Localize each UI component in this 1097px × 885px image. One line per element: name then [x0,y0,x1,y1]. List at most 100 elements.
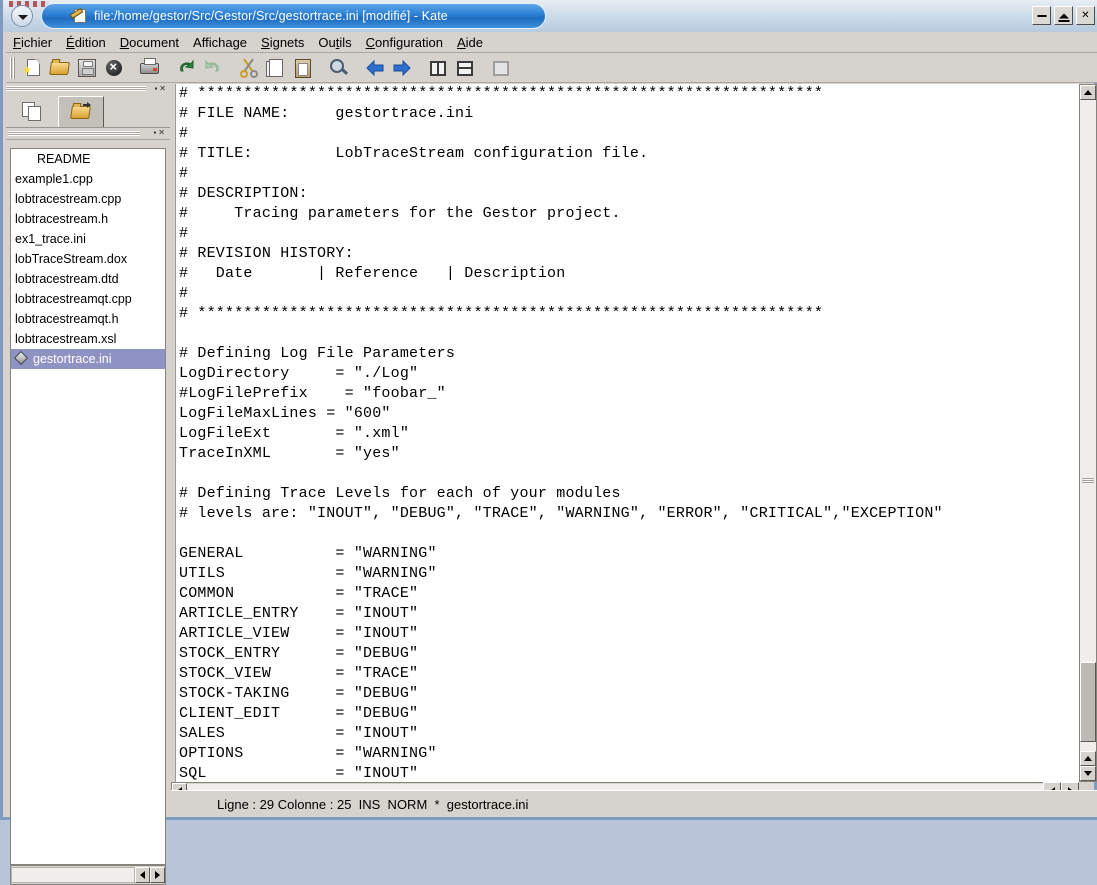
menu-outils[interactable]: Outils [311,33,358,52]
editor-text-area[interactable]: # **************************************… [177,84,1076,782]
sidebar-scroll-left[interactable] [135,867,150,883]
editor-line[interactable]: STOCK_VIEW = "TRACE" [177,664,1076,684]
tab-filesystem[interactable] [58,96,104,127]
editor-line[interactable]: STOCK_ENTRY = "DEBUG" [177,644,1076,664]
file-list-item[interactable]: lobtracestream.dtd [11,269,165,289]
find-button[interactable] [325,55,352,81]
editor-icon-border[interactable] [171,84,176,782]
print-icon [139,57,161,79]
close-button[interactable]: ✕ [1076,6,1095,25]
window-menu-button[interactable] [11,5,33,27]
file-list-item[interactable]: lobtracestream.h [11,209,165,229]
tab-documents[interactable] [10,96,56,127]
split-vertical-icon [427,57,449,79]
split-vertical-button[interactable] [424,55,451,81]
editor-line[interactable]: SALES = "INOUT" [177,724,1076,744]
editor-line[interactable]: # [177,284,1076,304]
open-file-button[interactable] [46,55,73,81]
close-file-button[interactable] [100,55,127,81]
file-list-item[interactable]: lobtracestreamqt.h [11,309,165,329]
editor-line[interactable] [177,324,1076,344]
filelist-buttons[interactable]: ▪✕ [153,128,167,137]
cut-button[interactable] [235,55,262,81]
editor-line[interactable]: TraceInXML = "yes" [177,444,1076,464]
maximize-button[interactable] [1054,6,1073,25]
editor-view[interactable]: # **************************************… [171,84,1097,782]
panel-buttons[interactable]: ▪✕ [154,84,168,93]
vscroll-thumb[interactable] [1080,662,1096,742]
editor-line[interactable]: # **************************************… [177,84,1076,104]
split-horizontal-icon [454,57,476,79]
back-button[interactable] [361,55,388,81]
editor-line[interactable]: # [177,164,1076,184]
editor-line[interactable]: # REVISION HISTORY: [177,244,1076,264]
file-list-item[interactable]: lobtracestream.cpp [11,189,165,209]
editor-line[interactable]: CLIENT_EDIT = "DEBUG" [177,704,1076,724]
menu-affichage[interactable]: Affichage [186,33,254,52]
status-bar: Ligne : 29 Colonne : 25 INS NORM * gesto… [171,790,1097,817]
paste-button[interactable] [289,55,316,81]
redo-button[interactable] [199,55,226,81]
file-list-item[interactable]: lobTraceStream.dox [11,249,165,269]
file-list-item[interactable]: example1.cpp [11,169,165,189]
editor-line[interactable]: UTILS = "WARNING" [177,564,1076,584]
split-horizontal-button[interactable] [451,55,478,81]
file-list-item[interactable]: lobtracestreamqt.cpp [11,289,165,309]
editor-line[interactable]: SQL = "INOUT" [177,764,1076,782]
editor-line[interactable] [177,464,1076,484]
editor-line[interactable]: LogFileMaxLines = "600" [177,404,1076,424]
scroll-up-button[interactable] [1080,85,1096,100]
menu-edition[interactable]: Édition [59,33,113,52]
editor-line[interactable]: ARTICLE_ENTRY = "INOUT" [177,604,1076,624]
editor-line[interactable]: # TITLE: LobTraceStream configuration fi… [177,144,1076,164]
file-list-item[interactable]: README [11,149,165,169]
sidebar-hscrollbar[interactable] [10,865,166,885]
vscroll-trough[interactable] [1080,100,1096,751]
close-view-button[interactable] [487,55,514,81]
editor-line[interactable]: # FILE NAME: gestortrace.ini [177,104,1076,124]
editor-line[interactable]: # Date | Reference | Description [177,264,1076,284]
editor-line[interactable]: #LogFilePrefix = "foobar_" [177,384,1076,404]
menu-document[interactable]: Document [113,33,186,52]
editor-line[interactable]: # [177,124,1076,144]
editor-line[interactable]: LogDirectory = "./Log" [177,364,1076,384]
editor-line[interactable]: GENERAL = "WARNING" [177,544,1076,564]
editor-line[interactable]: LogFileExt = ".xml" [177,424,1076,444]
editor-line[interactable]: STOCK-TAKING = "DEBUG" [177,684,1076,704]
sidebar-scroll-trough[interactable] [11,867,135,883]
file-list-item[interactable]: gestortrace.ini [11,349,165,369]
menu-fichier[interactable]: Fichier [6,33,59,52]
new-file-button[interactable] [19,55,46,81]
menu-aide[interactable]: Aide [450,33,490,52]
toolbar-grip[interactable] [10,56,15,79]
scroll-down-button[interactable] [1080,766,1096,781]
sidebar-scroll-right[interactable] [150,867,165,883]
editor-line[interactable]: # levels are: "INOUT", "DEBUG", "TRACE",… [177,504,1076,524]
file-list-item[interactable]: lobtracestream.xsl [11,329,165,349]
editor-line[interactable] [177,524,1076,544]
editor-line[interactable]: # **************************************… [177,304,1076,324]
copy-button[interactable] [262,55,289,81]
menu-configuration[interactable]: Configuration [359,33,450,52]
editor-line[interactable]: # Tracing parameters for the Gestor proj… [177,204,1076,224]
scroll-down-button-upper[interactable] [1080,751,1096,766]
filelist-grip[interactable] [8,131,140,136]
minimize-button[interactable] [1032,6,1051,25]
editor-line[interactable]: # Defining Trace Levels for each of your… [177,484,1076,504]
editor-line[interactable]: OPTIONS = "WARNING" [177,744,1076,764]
editor-line[interactable]: # [177,224,1076,244]
file-list-item-label: gestortrace.ini [33,352,112,366]
editor-line[interactable]: # DESCRIPTION: [177,184,1076,204]
menu-signets[interactable]: Signets [254,33,311,52]
editor-line[interactable]: COMMON = "TRACE" [177,584,1076,604]
save-file-button[interactable] [73,55,100,81]
panel-grip[interactable] [6,86,146,91]
editor-line[interactable]: ARTICLE_VIEW = "INOUT" [177,624,1076,644]
forward-button[interactable] [388,55,415,81]
file-list-item[interactable]: ex1_trace.ini [11,229,165,249]
undo-button[interactable] [172,55,199,81]
print-button[interactable] [136,55,163,81]
editor-vscrollbar[interactable] [1079,84,1097,782]
file-list[interactable]: README example1.cpp lobtracestream.cpp lobt… [10,148,166,865]
editor-line[interactable]: # Defining Log File Parameters [177,344,1076,364]
